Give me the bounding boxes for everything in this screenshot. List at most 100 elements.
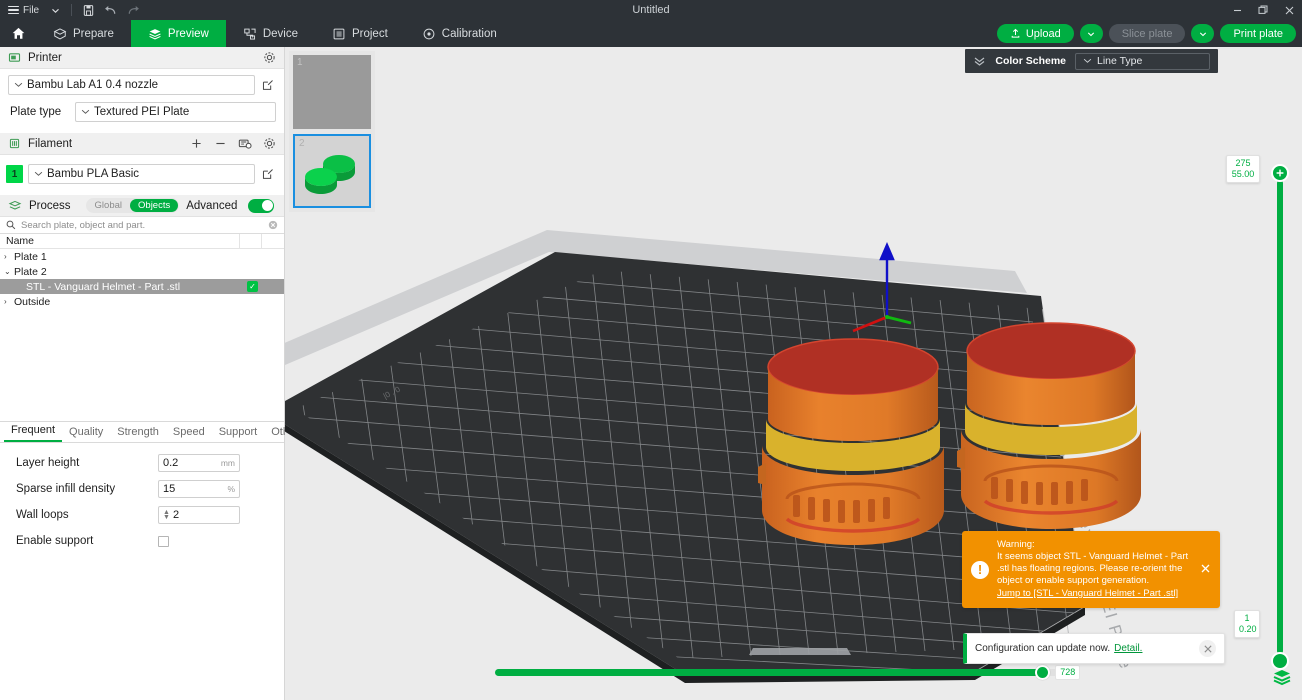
parameter-value: 15 bbox=[163, 483, 175, 495]
filament-settings-gear-icon[interactable] bbox=[263, 137, 276, 150]
settings-tab-strength[interactable]: Strength bbox=[110, 423, 166, 442]
print-plate-button[interactable]: Print plate bbox=[1220, 24, 1296, 43]
parameter-input[interactable]: 15% bbox=[158, 480, 240, 498]
printer-edit-icon[interactable] bbox=[260, 79, 276, 91]
column-header-name: Name bbox=[4, 235, 34, 247]
minimize-button[interactable] bbox=[1224, 0, 1250, 20]
advanced-label: Advanced bbox=[186, 200, 237, 212]
color-scheme-value: Line Type bbox=[1097, 55, 1142, 67]
tab-prepare[interactable]: Prepare bbox=[36, 20, 131, 47]
column-divider-2 bbox=[261, 234, 262, 249]
printer-settings-gear-icon[interactable] bbox=[263, 51, 276, 64]
upload-label: Upload bbox=[1026, 28, 1061, 40]
plate-thumbnail-1[interactable]: 1 bbox=[293, 55, 371, 129]
maximize-button[interactable] bbox=[1250, 0, 1276, 20]
remove-filament-icon[interactable] bbox=[214, 137, 227, 150]
printer-icon bbox=[8, 51, 21, 64]
filament-row: 1 Bambu PLA Basic bbox=[0, 164, 284, 184]
filament-index-badge[interactable]: 1 bbox=[6, 165, 23, 183]
tab-prepare-label: Prepare bbox=[73, 28, 114, 40]
tab-preview[interactable]: Preview bbox=[131, 20, 226, 47]
chevron-down-icon bbox=[1083, 55, 1092, 67]
parameter-input[interactable]: 0.2mm bbox=[158, 454, 240, 472]
window-title: Untitled bbox=[0, 0, 1302, 20]
tree-row[interactable]: ⌄Plate 2 bbox=[0, 264, 284, 279]
chevron-down-icon bbox=[14, 81, 23, 90]
process-icon bbox=[8, 199, 22, 212]
settings-tab-frequent[interactable]: Frequent bbox=[4, 421, 62, 442]
process-section-header: Process Global Objects Advanced bbox=[0, 195, 284, 217]
slice-dropdown-button[interactable] bbox=[1080, 24, 1103, 43]
advanced-toggle[interactable] bbox=[248, 199, 274, 213]
filament-section-header: Filament bbox=[0, 133, 284, 155]
warning-notification[interactable]: ! Warning: It seems object STL - Vanguar… bbox=[962, 531, 1220, 608]
config-update-close-icon[interactable] bbox=[1199, 640, 1216, 657]
settings-parameter-list: Layer height0.2mmSparse infill density15… bbox=[0, 443, 284, 551]
parameter-row: Enable support bbox=[0, 531, 284, 551]
close-button[interactable] bbox=[1276, 0, 1302, 20]
object-search-bar[interactable] bbox=[0, 217, 284, 234]
layers-view-icon[interactable] bbox=[1272, 667, 1292, 692]
collapse-chevrons-icon[interactable] bbox=[973, 56, 986, 67]
layer-slider-top-tooltip: 275 55.00 bbox=[1226, 155, 1260, 183]
ams-sync-icon[interactable] bbox=[238, 137, 252, 150]
layer-slider-vertical[interactable] bbox=[1275, 172, 1285, 662]
process-section-title: Process bbox=[29, 200, 71, 212]
layer-slider-top-handle[interactable] bbox=[1271, 164, 1289, 182]
printer-model-combo[interactable]: Bambu Lab A1 0.4 nozzle bbox=[8, 75, 255, 95]
settings-tab-speed[interactable]: Speed bbox=[166, 423, 212, 442]
tree-expand-icon[interactable]: ⌄ bbox=[4, 267, 14, 276]
viewport-3d[interactable]: Bambu Textured PEI Plate |0 . 0 bbox=[285, 47, 1302, 700]
warning-line-1: It seems object STL - Vanguard Helmet - … bbox=[997, 551, 1189, 563]
tab-project[interactable]: Project bbox=[315, 20, 405, 47]
filament-edit-icon[interactable] bbox=[260, 168, 276, 180]
move-slider-horizontal[interactable]: 728 bbox=[495, 664, 1065, 680]
redo-icon[interactable] bbox=[123, 0, 144, 20]
toolbar-divider bbox=[71, 4, 72, 16]
settings-tab-quality[interactable]: Quality bbox=[62, 423, 110, 442]
plate-thumbnail-2[interactable]: 2 bbox=[293, 134, 371, 208]
parameter-input[interactable]: ▲▼2 bbox=[158, 506, 240, 524]
warning-close-icon[interactable] bbox=[1197, 563, 1214, 577]
move-slider-handle[interactable] bbox=[1035, 665, 1050, 680]
slice-plate-button[interactable]: Slice plate bbox=[1109, 24, 1186, 43]
process-scope-objects[interactable]: Objects bbox=[130, 199, 178, 212]
tab-device[interactable]: Device bbox=[226, 20, 315, 47]
upload-button[interactable]: Upload bbox=[997, 24, 1074, 43]
tree-row[interactable]: STL - Vanguard Helmet - Part .stl✓ bbox=[0, 279, 284, 294]
parameter-checkbox[interactable] bbox=[158, 536, 169, 547]
menu-chevron-down-icon[interactable] bbox=[46, 0, 64, 20]
file-menu-button[interactable]: File bbox=[6, 0, 44, 20]
layer-slider-track[interactable] bbox=[1277, 180, 1283, 654]
spinner-arrows-icon[interactable]: ▲▼ bbox=[163, 510, 170, 520]
plate-type-combo[interactable]: Textured PEI Plate bbox=[75, 102, 276, 122]
clear-search-icon[interactable] bbox=[268, 220, 278, 230]
tree-row[interactable]: ›Outside bbox=[0, 294, 284, 309]
left-sidebar: Printer Bambu Lab A1 0.4 nozzle bbox=[0, 47, 285, 700]
process-scope-toggle[interactable]: Global Objects bbox=[86, 198, 180, 213]
home-button[interactable] bbox=[0, 20, 36, 47]
new-project-icon[interactable] bbox=[79, 0, 98, 20]
filament-name-combo[interactable]: Bambu PLA Basic bbox=[28, 164, 255, 184]
parameter-value: 2 bbox=[173, 509, 179, 521]
search-input[interactable] bbox=[21, 220, 263, 231]
move-slider-fill bbox=[495, 669, 1042, 676]
tree-row-checkbox[interactable]: ✓ bbox=[247, 281, 258, 292]
config-update-detail-link[interactable]: Detail. bbox=[1114, 643, 1142, 654]
tree-expand-icon[interactable]: › bbox=[4, 252, 14, 261]
config-update-notification[interactable]: Configuration can update now. Detail. bbox=[963, 633, 1225, 664]
parameter-unit: mm bbox=[221, 458, 235, 468]
color-scheme-combo[interactable]: Line Type bbox=[1075, 53, 1210, 70]
print-dropdown-button[interactable] bbox=[1191, 24, 1214, 43]
calibration-icon bbox=[422, 27, 436, 41]
process-scope-global[interactable]: Global bbox=[87, 199, 130, 212]
tree-expand-icon[interactable]: › bbox=[4, 297, 14, 306]
settings-tab-bar: FrequentQualityStrengthSpeedSupportOther… bbox=[0, 422, 284, 443]
settings-tab-support[interactable]: Support bbox=[212, 423, 265, 442]
tab-calibration[interactable]: Calibration bbox=[405, 20, 514, 47]
add-filament-icon[interactable] bbox=[190, 137, 203, 150]
undo-icon[interactable] bbox=[100, 0, 121, 20]
warning-jump-link[interactable]: Jump to [STL - Vanguard Helmet - Part .s… bbox=[997, 588, 1178, 600]
tree-row[interactable]: ›Plate 1 bbox=[0, 249, 284, 264]
config-update-text: Configuration can update now. bbox=[975, 643, 1110, 654]
